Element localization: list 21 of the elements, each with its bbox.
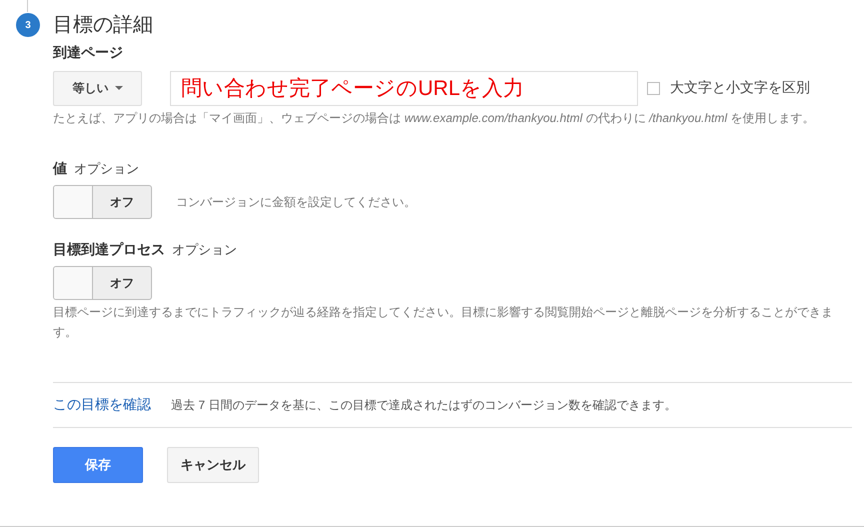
checkbox-label: 大文字と小文字を区別: [670, 79, 810, 97]
hint-text: 目標ページに到達するまでにトラフィックが辿る経路を指定してください。目標に影響する閲覧開始ページと離脱ページを分析することができます。: [53, 304, 834, 341]
toggle-switch[interactable]: オフ: [53, 266, 152, 300]
step-number-badge: 3: [16, 13, 40, 37]
case-checkbox[interactable]: [647, 82, 660, 94]
verify-link[interactable]: この目標を確認: [53, 396, 151, 414]
field-label: 到達ページ: [53, 43, 124, 62]
section-title: 目標の詳細: [53, 13, 153, 38]
field-label: 値: [53, 159, 67, 178]
field-label: 目標到達プロセス: [53, 240, 165, 259]
hint-text: コンバージョンに金額を設定してください。: [176, 194, 416, 211]
cancel-button[interactable]: キャンセル: [167, 447, 259, 483]
url-input-field[interactable]: 問い合わせ完了ページのURLを入力: [170, 70, 638, 106]
hint-text: たとえば、アプリの場合は「マイ画面」、ウェブページの場合は www.example.com/thankyou.html の代わりに /thankyou.html を使用します。: [53, 110, 816, 127]
save-button[interactable]: 保存: [53, 447, 143, 483]
optional-label: オプション: [74, 160, 139, 178]
caret-icon: [114, 86, 122, 90]
toggle-switch[interactable]: オフ: [53, 185, 152, 219]
match-dropdown[interactable]: 等しい: [53, 70, 142, 106]
verify-description: 過去 7 日間のデータを基に、この目標で達成されたはずのコンバージョン数を確認できます。: [171, 396, 676, 414]
optional-label: オプション: [172, 241, 237, 259]
